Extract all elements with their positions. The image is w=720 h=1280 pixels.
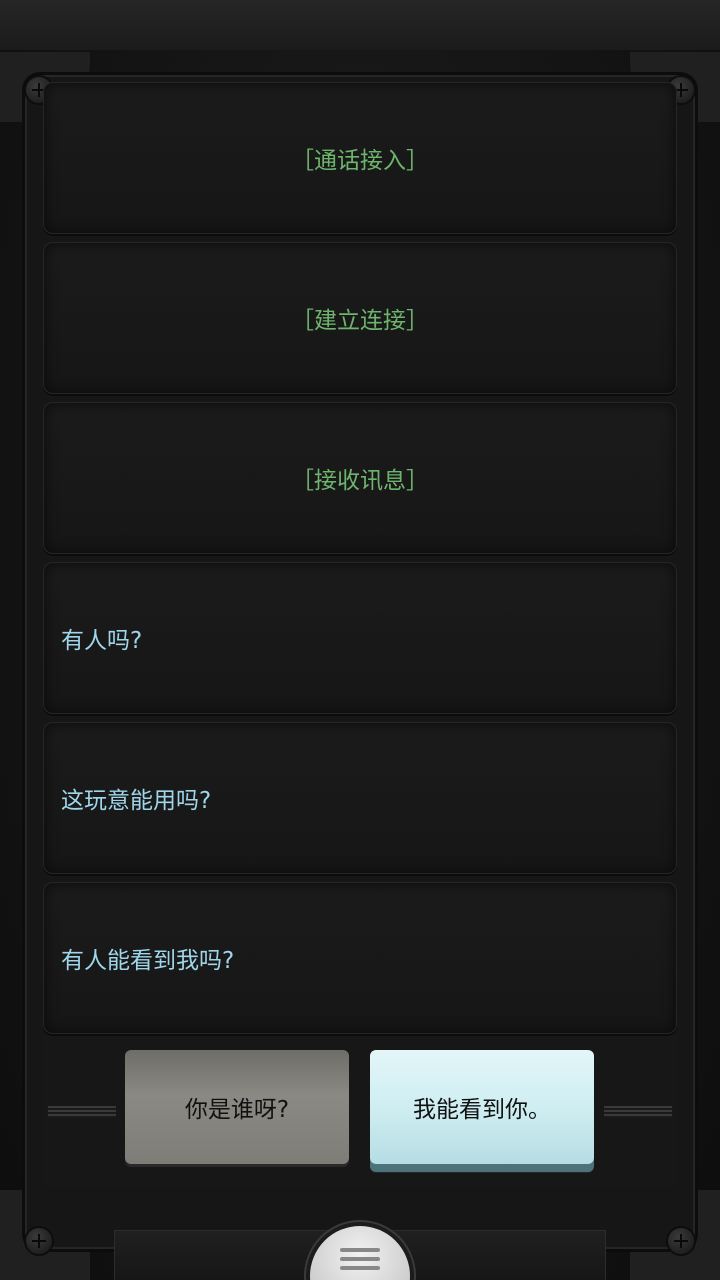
menu-line	[340, 1266, 380, 1270]
system-entry: ［建立连接］	[43, 242, 677, 394]
choice-button-who-are-you[interactable]: 你是谁呀?	[125, 1050, 349, 1164]
game-screen: ［通话接入］ ［建立连接］ ［接收讯息］ 有人吗? 这玩意能用吗? 有人能看到我…	[0, 0, 720, 1280]
screw-icon	[26, 1228, 52, 1254]
top-bar	[0, 0, 720, 50]
message-bubble: 这玩意能用吗?	[43, 722, 677, 874]
choice-rail-right	[604, 1106, 672, 1118]
choice-button-label: 你是谁呀?	[184, 1097, 290, 1123]
menu-line	[340, 1248, 380, 1252]
system-entry-text: ［接收讯息］	[291, 468, 429, 494]
message-bubble: 有人能看到我吗?	[43, 882, 677, 1034]
system-entry-text: ［通话接入］	[291, 148, 429, 174]
message-text: 有人吗?	[61, 628, 143, 654]
message-text: 有人能看到我吗?	[61, 948, 235, 974]
system-entry-text: ［建立连接］	[291, 308, 429, 334]
screw-icon	[668, 1228, 694, 1254]
choice-rail-left	[48, 1106, 116, 1118]
choice-button-label: 我能看到你。	[413, 1097, 551, 1123]
system-entry: ［接收讯息］	[43, 402, 677, 554]
message-text: 这玩意能用吗?	[61, 788, 212, 814]
menu-line	[340, 1257, 380, 1261]
message-bubble: 有人吗?	[43, 562, 677, 714]
choice-button-i-can-see-you[interactable]: 我能看到你。	[370, 1050, 594, 1164]
system-entry: ［通话接入］	[43, 82, 677, 234]
